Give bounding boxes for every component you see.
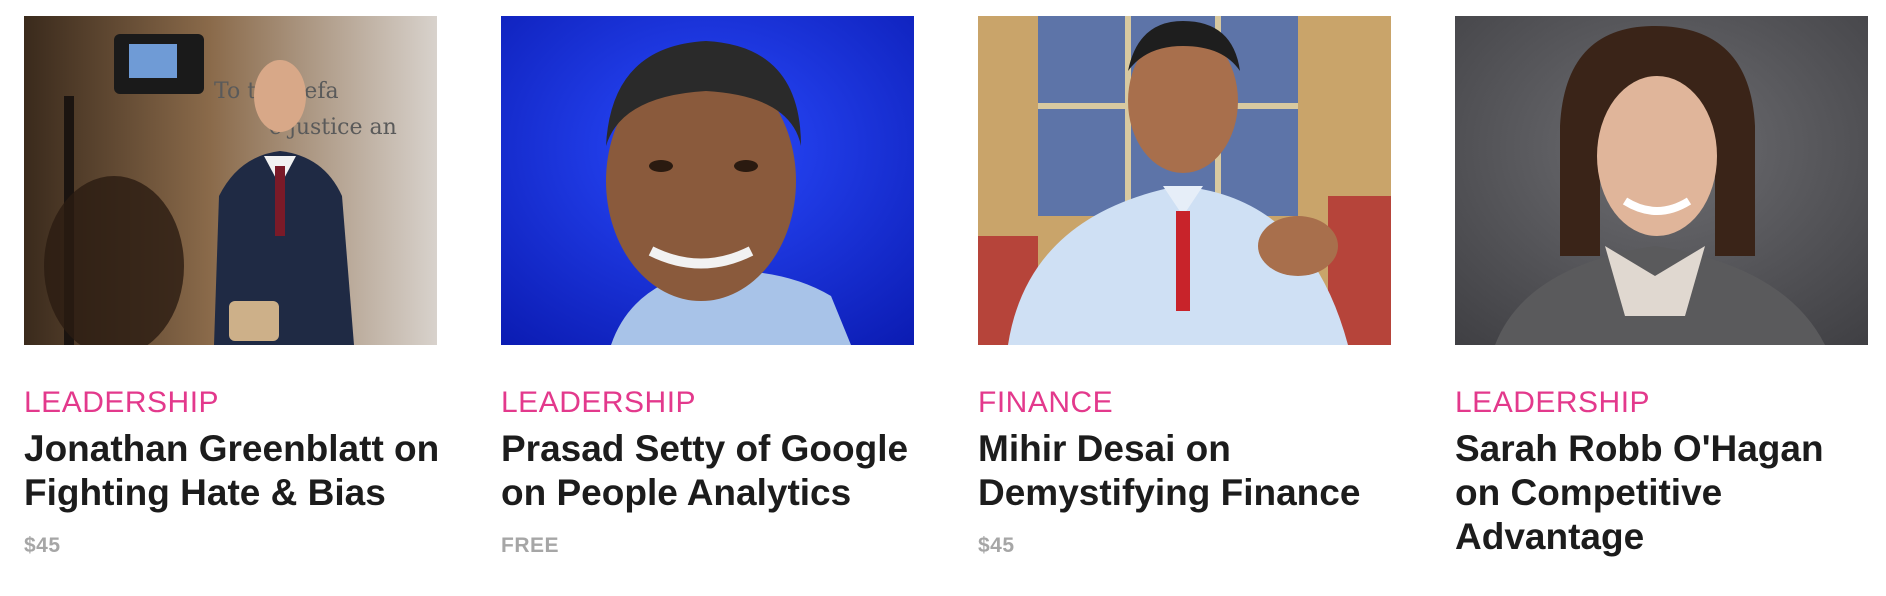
course-card[interactable]: LEADERSHIP Sarah Robb O'Hagan on Competi… (1455, 16, 1868, 577)
course-title[interactable]: Sarah Robb O'Hagan on Competitive Advant… (1455, 427, 1875, 559)
course-thumbnail[interactable] (978, 16, 1391, 345)
course-grid: To the defa e justice an LEADERSHIP Jona… (0, 0, 1886, 596)
course-thumbnail[interactable] (1455, 16, 1868, 345)
course-price: $45 (978, 534, 1015, 557)
course-title[interactable]: Mihir Desai on Demystifying Finance (978, 427, 1398, 515)
course-category: LEADERSHIP (1455, 386, 1651, 419)
speaker-photo-icon (501, 16, 914, 345)
speaker-photo-icon (978, 16, 1391, 345)
course-category: LEADERSHIP (24, 386, 220, 419)
course-thumbnail[interactable] (501, 16, 914, 345)
course-title[interactable]: Jonathan Greenblatt on Fighting Hate & B… (24, 427, 444, 515)
course-thumbnail[interactable]: To the defa e justice an (24, 16, 437, 345)
speaker-photo-icon: To the defa e justice an (24, 16, 437, 345)
course-price: FREE (501, 534, 560, 557)
course-card[interactable]: FINANCE Mihir Desai on Demystifying Fina… (978, 16, 1391, 559)
course-category: FINANCE (978, 386, 1114, 419)
course-price: $45 (24, 534, 61, 557)
course-card[interactable]: LEADERSHIP Prasad Setty of Google on Peo… (501, 16, 914, 559)
speaker-photo-icon (1455, 16, 1868, 345)
course-category: LEADERSHIP (501, 386, 697, 419)
course-card[interactable]: To the defa e justice an LEADERSHIP Jona… (24, 16, 439, 559)
course-title[interactable]: Prasad Setty of Google on People Analyti… (501, 427, 921, 515)
